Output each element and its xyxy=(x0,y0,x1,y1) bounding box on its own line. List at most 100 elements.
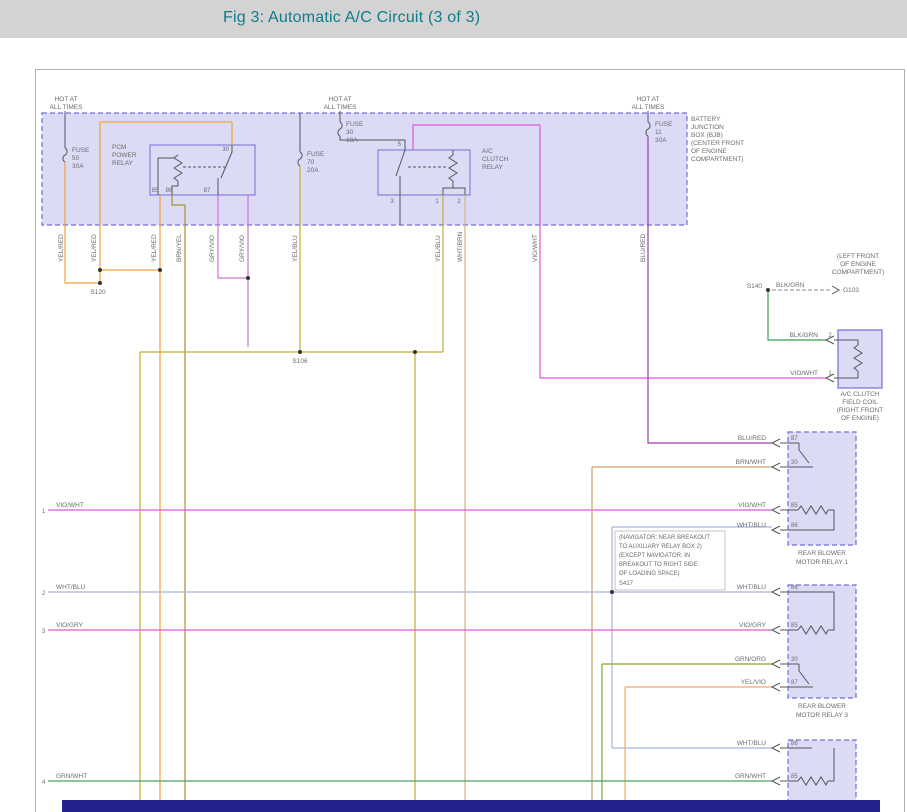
wire-label-yel-red: YEL/RED xyxy=(58,234,65,262)
bjb-note-line: (CENTER FRONT xyxy=(691,140,744,147)
relay4-pin-86: 86 xyxy=(791,741,798,747)
relay1-name: MOTOR RELAY 1 xyxy=(796,559,848,566)
relay1-wire-wht-blu: WHT/BLU xyxy=(737,522,767,529)
bjb-note-line: COMPARTMENT) xyxy=(691,156,743,163)
splice-s417-dot xyxy=(610,590,614,594)
relay3-box xyxy=(788,585,856,698)
fuse-70-amps: 20A xyxy=(307,167,319,174)
field-coil-name: A/C CLUTCH xyxy=(840,391,879,398)
bjb-note-line: OF ENGINE xyxy=(691,148,727,155)
g103-wire-label: BLK/GRN xyxy=(776,282,805,289)
wire-label-vio-wht: VIO/WHT xyxy=(532,234,539,262)
fuse-70-label: FUSE xyxy=(307,151,325,158)
relay3-wire-grn-org: GRN/ORG xyxy=(735,656,766,663)
ground-location-note: OF ENGINE xyxy=(840,261,876,268)
hot-at-label-1b: ALL TIMES xyxy=(50,104,84,111)
pcm-relay-name: RELAY xyxy=(112,160,133,167)
splice-s106-dot xyxy=(298,350,302,354)
relay3-wire-wht-blu: WHT/BLU xyxy=(737,584,767,591)
fuse-30-label: FUSE xyxy=(346,121,364,128)
fuse-70-num: 70 xyxy=(307,159,315,166)
connector-4-label: GRN/WHT xyxy=(56,773,87,780)
wire-label-yel-red: YEL/RED xyxy=(151,234,158,262)
relay1-wire-blu-red: BLU/RED xyxy=(738,435,766,442)
relay3-pin-85: 85 xyxy=(791,623,798,629)
pcm-pin-87: 87 xyxy=(204,188,211,194)
wire-label-gry-vio: GRY/VIO xyxy=(209,235,216,262)
splice-s140-dot xyxy=(766,288,770,292)
pcm-relay-name: POWER xyxy=(112,152,137,159)
ac-relay-name: A/C xyxy=(482,148,493,155)
hot-at-label-2: HOT AT xyxy=(329,96,352,103)
relay1-pin-85: 85 xyxy=(791,503,798,509)
relay1-wire-vio-wht: VIO/WHT xyxy=(738,502,766,509)
relay3-wire-yel-vio: YEL/VIO xyxy=(741,679,766,686)
relay1-wire-brn-wht: BRN/WHT xyxy=(736,459,766,466)
junction-dot xyxy=(413,350,417,354)
fuse-11-label: FUSE xyxy=(655,121,673,128)
bjb-box xyxy=(42,113,687,225)
note-line: BREAKOUT TO RIGHT SIDE xyxy=(619,562,698,568)
relay3-name: REAR BLOWER xyxy=(798,703,846,710)
field-coil-box xyxy=(838,330,882,388)
pcm-pin-86: 86 xyxy=(166,188,173,194)
note-line: OF LOADING SPACE) xyxy=(619,571,680,577)
fuse-11-amps: 30A xyxy=(655,137,667,144)
relay4-pin-85: 85 xyxy=(791,774,798,780)
pcm-relay-name: PCM xyxy=(112,144,126,151)
relay1-pin-30: 30 xyxy=(791,460,798,466)
splice-s417-label: S417 xyxy=(619,581,634,587)
wire-label-yel-blu: YEL/BLU xyxy=(435,235,442,262)
relay3-wire-vio-gry: VIO/GRY xyxy=(739,622,767,629)
junction-dot xyxy=(98,268,102,272)
bjb-note-line: BATTERY xyxy=(691,116,721,123)
relay4-wire-wht-blu: WHT/BLU xyxy=(737,740,767,747)
relay3-pin-87: 87 xyxy=(791,680,798,686)
relay1-pin-87: 87 xyxy=(791,436,798,442)
relay3-name: MOTOR RELAY 3 xyxy=(796,712,848,719)
hot-at-label-3: HOT AT xyxy=(637,96,660,103)
wire-label-gry-vio: GRY/VIO xyxy=(239,235,246,262)
pcm-pin-30: 30 xyxy=(222,147,229,153)
relay1-box xyxy=(788,432,856,545)
relay1-pin-86: 86 xyxy=(791,523,798,529)
wire-label-yel-blu: YEL/BLU xyxy=(292,235,299,262)
relay1-name: REAR BLOWER xyxy=(798,550,846,557)
fuse-30-num: 30 xyxy=(346,129,354,136)
fuse-50-num: 50 xyxy=(72,155,80,162)
pcm-pin-85: 85 xyxy=(152,188,159,194)
bjb-note-line: JUNCTION xyxy=(691,124,724,131)
connector-2-label: WHT/BLU xyxy=(56,584,86,591)
fuse-11-num: 11 xyxy=(655,129,662,136)
wire-label-yel-red: YEL/RED xyxy=(91,234,98,262)
bottom-panel-edge xyxy=(62,800,880,812)
field-coil-wire-blk-grn: BLK/GRN xyxy=(789,332,818,339)
title-bar: Fig 3: Automatic A/C Circuit (3 of 3) xyxy=(0,0,907,38)
navigator-note: (NAVIGATOR: NEAR BREAKOUT TO AUXILIARY R… xyxy=(615,531,725,590)
battery-junction-box: BATTERY JUNCTION BOX (BJB) (CENTER FRONT… xyxy=(42,113,744,225)
wire-label-blu-red: BLU/RED xyxy=(640,234,647,262)
field-coil-name: FIELD COIL xyxy=(842,399,878,406)
bjb-note-line: BOX (BJB) xyxy=(691,132,723,139)
splice-s106-label: S106 xyxy=(292,358,308,365)
connector-1-label: VIO/WHT xyxy=(56,502,84,509)
splice-s140-label: S140 xyxy=(747,283,763,290)
wiring-diagram: BATTERY JUNCTION BOX (BJB) (CENTER FRONT… xyxy=(0,38,907,812)
hot-at-label-3b: ALL TIMES xyxy=(632,104,666,111)
junction-dot xyxy=(158,268,162,272)
fuse-50-label: FUSE xyxy=(72,147,90,154)
relay3-pin-30: 30 xyxy=(791,657,798,663)
note-line: (NAVIGATOR: NEAR BREAKOUT xyxy=(619,535,710,541)
field-coil-name: OF ENGINE) xyxy=(841,415,879,422)
note-line: (EXCEPT NAVIGATOR: IN xyxy=(619,553,690,559)
splice-s120-label: S120 xyxy=(90,289,106,296)
ac-relay-name: RELAY xyxy=(482,164,503,171)
note-line: TO AUXILIARY RELAY BOX 2) xyxy=(619,544,702,550)
figure-title: Fig 3: Automatic A/C Circuit (3 of 3) xyxy=(223,9,480,27)
field-coil-wire-vio-wht: VIO/WHT xyxy=(790,370,818,377)
ground-location-note: COMPARTMENT) xyxy=(832,269,884,276)
relay4-wire-grn-wht: GRN/WHT xyxy=(735,773,766,780)
g103-label: G103 xyxy=(843,287,859,294)
connector-3-label: VIO/GRY xyxy=(56,622,84,629)
fuse-50-amps: 30A xyxy=(72,163,84,170)
